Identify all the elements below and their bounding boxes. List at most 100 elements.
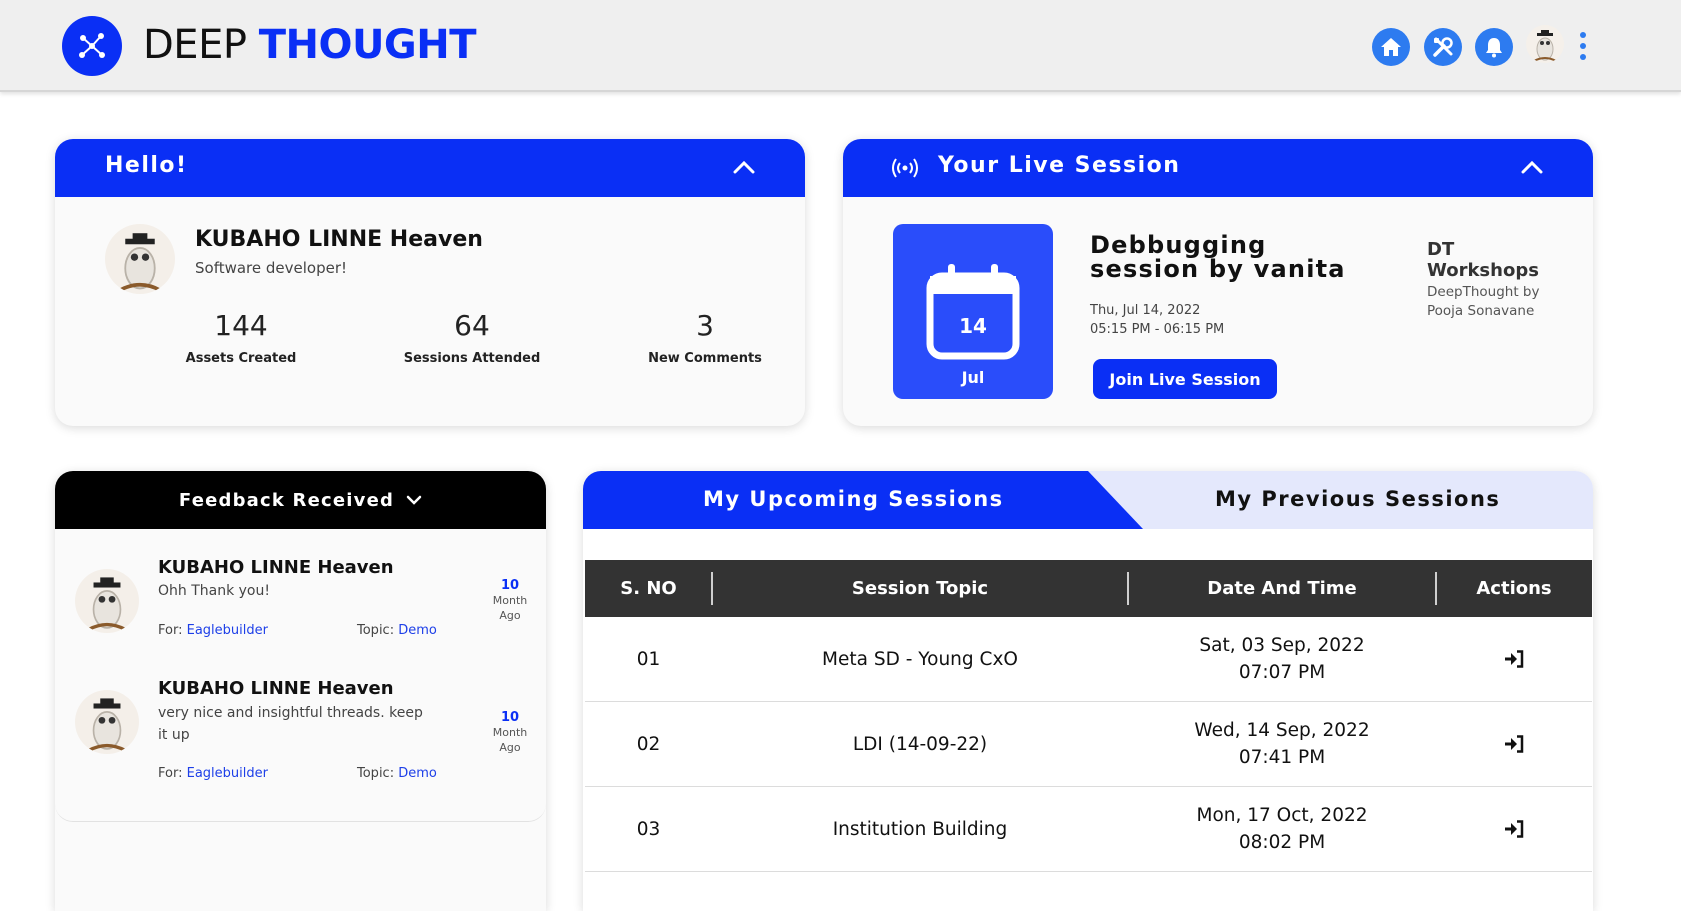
feedback-for-label: For: xyxy=(158,766,183,781)
cell-topic: Institution Building xyxy=(832,818,1008,840)
table-row: 01 Meta SD - Young CxO Sat, 03 Sep, 2022… xyxy=(585,617,1592,702)
workshop-title: DT Workshops xyxy=(1427,239,1539,281)
logo-icon[interactable] xyxy=(62,16,122,76)
cell-date: Mon, 17 Oct, 2022 xyxy=(1196,805,1368,826)
cell-sno: 01 xyxy=(636,648,661,670)
cell-time: 07:41 PM xyxy=(1238,747,1326,768)
tools-icon xyxy=(1433,37,1453,57)
feedback-age-suffix: Ago xyxy=(499,741,521,754)
feedback-for-label: For: xyxy=(158,623,183,638)
col-actions: Actions xyxy=(1476,578,1552,599)
tools-button[interactable] xyxy=(1424,28,1462,66)
user-avatar[interactable] xyxy=(1526,25,1564,63)
cell-datetime: Wed, 14 Sep, 2022 07:41 PM xyxy=(1128,702,1436,786)
sign-in-icon xyxy=(1505,650,1524,668)
feedback-age-unit: Month xyxy=(492,594,528,607)
user-role: Software developer! xyxy=(195,259,348,277)
cell-topic: LDI (14-09-22) xyxy=(852,733,988,755)
feedback-for-link[interactable]: Eaglebuilder xyxy=(187,623,268,638)
owl-avatar-icon xyxy=(1533,30,1557,62)
feedback-header-toggle[interactable]: Feedback Received xyxy=(55,471,546,529)
top-navbar: DEEP THOUGHT xyxy=(0,0,1681,92)
feedback-age: 10 Month Ago xyxy=(488,710,532,755)
tab-upcoming-label[interactable]: My Upcoming Sessions xyxy=(703,487,1004,511)
sessions-tabs: My Previous Sessions My Upcoming Session… xyxy=(583,471,1593,529)
feedback-age-unit: Month xyxy=(492,726,528,739)
user-avatar-large xyxy=(105,224,175,294)
hello-card-title: Hello! xyxy=(105,153,188,178)
enter-session-button[interactable] xyxy=(1436,702,1592,786)
calendar-icon xyxy=(926,264,1020,360)
calendar-day: 14 xyxy=(959,314,987,338)
bell-icon xyxy=(1486,38,1502,58)
brand-name-part1: DEEP xyxy=(143,22,247,68)
calendar-month: Jul xyxy=(961,368,985,387)
feedback-topic: Topic: Demo xyxy=(357,766,437,781)
col-sno: S. NO xyxy=(620,578,677,599)
sign-in-icon xyxy=(1505,735,1524,753)
feedback-topic-link[interactable]: Demo xyxy=(398,623,437,638)
more-menu-icon[interactable] xyxy=(1577,32,1589,60)
owl-avatar-icon xyxy=(87,577,127,632)
feedback-author: KUBAHO LINNE Heaven xyxy=(158,557,394,578)
table-row: 02 LDI (14-09-22) Wed, 14 Sep, 2022 07:4… xyxy=(585,702,1592,787)
col-topic: Session Topic xyxy=(851,578,989,599)
feedback-for: For: Eaglebuilder xyxy=(158,766,268,781)
cell-time: 08:02 PM xyxy=(1238,832,1326,853)
hello-card-header: Hello! xyxy=(55,139,805,197)
feedback-age-number: 10 xyxy=(500,578,520,593)
stat-comments-label: New Comments xyxy=(648,351,762,366)
feedback-title: Feedback Received xyxy=(178,489,395,511)
home-button[interactable] xyxy=(1372,28,1410,66)
notifications-button[interactable] xyxy=(1475,28,1513,66)
feedback-age-number: 10 xyxy=(500,710,520,725)
live-session-header: Your Live Session xyxy=(843,139,1593,197)
feedback-topic-link[interactable]: Demo xyxy=(398,766,437,781)
brand-name-part2: THOUGHT xyxy=(258,22,477,68)
sign-in-icon xyxy=(1505,820,1524,838)
owl-avatar-icon xyxy=(118,233,162,292)
cell-date: Sat, 03 Sep, 2022 xyxy=(1199,635,1365,656)
home-icon xyxy=(1381,38,1401,56)
feedback-age-suffix: Ago xyxy=(499,609,521,622)
live-session-date: Thu, Jul 14, 2022 xyxy=(1090,303,1201,318)
cell-time: 07:07 PM xyxy=(1238,662,1326,683)
owl-avatar-icon xyxy=(87,698,127,753)
live-session-name: Debbugging session by vanita xyxy=(1090,231,1346,283)
live-session-time: 05:15 PM - 06:15 PM xyxy=(1090,322,1225,337)
workshop-subtitle: DeepThought by Pooja Sonavane xyxy=(1427,284,1540,319)
sessions-card: My Previous Sessions My Upcoming Session… xyxy=(583,471,1593,911)
feedback-avatar xyxy=(75,569,139,633)
stat-sessions-value: 64 xyxy=(454,309,490,342)
feedback-text: Ohh Thank you! xyxy=(158,583,270,599)
join-live-session-button[interactable]: Join Live Session xyxy=(1093,359,1277,399)
cell-datetime: Mon, 17 Oct, 2022 08:02 PM xyxy=(1128,787,1436,871)
sessions-table-header: S. NO Session Topic Date And Time Action… xyxy=(585,560,1592,617)
collapse-chevron-up-icon[interactable] xyxy=(733,159,755,175)
stat-comments-value: 3 xyxy=(696,309,714,342)
stat-assets-value: 144 xyxy=(214,309,268,342)
stat-sessions-label: Sessions Attended xyxy=(403,351,541,366)
tab-previous-label[interactable]: My Previous Sessions xyxy=(1215,487,1500,511)
feedback-for: For: Eaglebuilder xyxy=(158,623,268,638)
tab-upcoming-sessions[interactable]: My Upcoming Sessions xyxy=(583,471,1143,529)
live-session-title: Your Live Session xyxy=(938,153,1181,178)
feedback-list: KUBAHO LINNE Heaven Ohh Thank you! 10 Mo… xyxy=(55,529,546,822)
user-name: KUBAHO LINNE Heaven xyxy=(195,227,483,252)
collapse-chevron-up-icon[interactable] xyxy=(1521,159,1543,175)
feedback-avatar xyxy=(75,690,139,754)
feedback-card: Feedback Received KUBAHO LINNE Heaven Oh… xyxy=(55,471,546,911)
cell-sno: 03 xyxy=(636,818,661,840)
enter-session-button[interactable] xyxy=(1436,617,1592,701)
feedback-topic-label: Topic: xyxy=(357,766,395,781)
cell-topic: Meta SD - Young CxO xyxy=(822,648,1018,670)
hello-card: Hello! KUBAHO LINNE Heaven Software deve… xyxy=(55,139,805,426)
live-session-card: Your Live Session 14 Jul Debbugging sess… xyxy=(843,139,1593,426)
cell-sno: 02 xyxy=(636,733,661,755)
feedback-for-link[interactable]: Eaglebuilder xyxy=(187,766,268,781)
table-row: 03 Institution Building Mon, 17 Oct, 202… xyxy=(585,787,1592,872)
feedback-age: 10 Month Ago xyxy=(488,578,532,623)
calendar-tile: 14 Jul xyxy=(893,224,1053,399)
cell-datetime: Sat, 03 Sep, 2022 07:07 PM xyxy=(1128,617,1436,701)
enter-session-button[interactable] xyxy=(1436,787,1592,871)
